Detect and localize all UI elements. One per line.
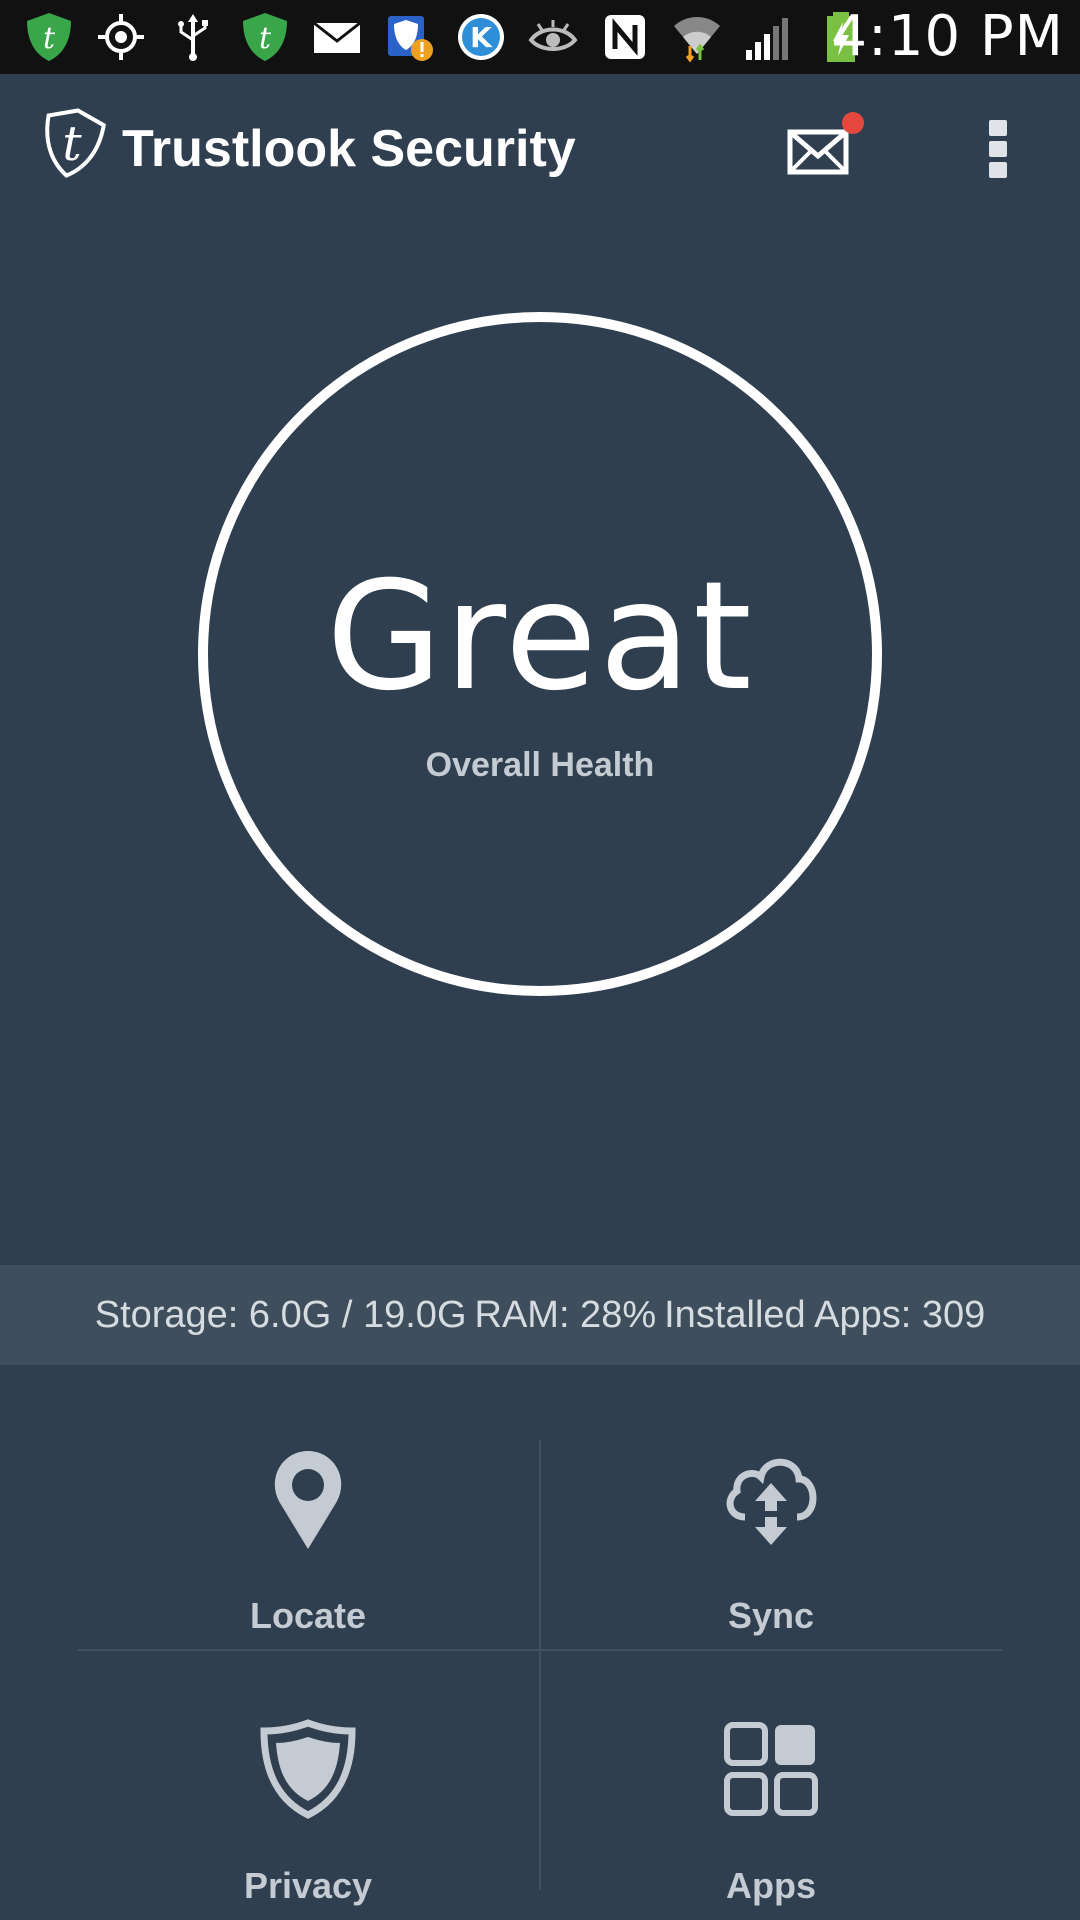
overflow-menu-dot — [989, 141, 1007, 157]
svg-text:t: t — [62, 116, 82, 172]
eye-icon — [524, 8, 582, 66]
ram-info: RAM: 28% — [474, 1294, 657, 1336]
privacy-label: Privacy — [243, 1865, 373, 1906]
privacy-tile[interactable]: Privacy — [78, 1675, 538, 1906]
locate-tile[interactable]: Locate — [78, 1405, 538, 1636]
usb-icon — [164, 8, 222, 66]
installed-apps-info: Installed Apps: 309 — [664, 1294, 986, 1336]
email-icon — [308, 8, 366, 66]
device-info-bar: Storage: 6.0G / 19.0G RAM: 28% Installed A… — [0, 1265, 1080, 1365]
gps-icon — [92, 8, 150, 66]
overflow-menu-button[interactable] — [976, 114, 1020, 184]
locate-label: Locate — [249, 1595, 367, 1636]
app-bar: t Trustlook Security — [0, 74, 1080, 224]
clock: 4:10 PM — [831, 4, 1064, 69]
storage-info: Storage: 6.0G / 19.0G — [94, 1294, 467, 1336]
trustlook-icon: t — [236, 8, 294, 66]
sync-tile[interactable]: Sync — [541, 1405, 1001, 1636]
feature-grid: Locate Sync Privacy Apps — [0, 1365, 1080, 1920]
notification-icons: t t K — [20, 8, 884, 66]
wifi-icon — [668, 8, 726, 66]
health-label: Overall Health — [425, 746, 655, 784]
overall-health-circle[interactable]: Great Overall Health — [198, 312, 882, 996]
signal-icon — [740, 8, 798, 66]
apps-grid-icon — [721, 1715, 821, 1825]
apps-label: Apps — [726, 1865, 816, 1906]
overflow-menu-dot — [989, 162, 1007, 178]
sync-label: Sync — [727, 1595, 815, 1636]
grid-divider-horizontal — [78, 1649, 1002, 1651]
trustlook-logo-icon: t — [38, 104, 110, 184]
svg-text:K: K — [470, 21, 493, 54]
apps-tile[interactable]: Apps — [541, 1675, 1001, 1906]
health-status: Great — [326, 550, 754, 724]
cloud-sync-icon — [721, 1445, 821, 1555]
map-pin-icon — [258, 1445, 358, 1555]
nfc-icon — [596, 8, 654, 66]
trustlook-icon: t — [20, 8, 78, 66]
messages-button[interactable] — [780, 110, 866, 186]
screen: t t K 4:10 PM t Trustlook Security Great… — [0, 0, 1080, 1920]
svg-text:t: t — [259, 21, 272, 56]
shield-alert-icon — [380, 8, 438, 66]
svg-text:t: t — [43, 21, 56, 56]
shield-icon — [258, 1715, 358, 1825]
status-bar: t t K 4:10 PM — [0, 0, 1080, 74]
overflow-menu-icon — [989, 120, 1007, 136]
app-title: Trustlook Security — [122, 120, 576, 178]
notification-badge — [842, 112, 864, 134]
k-app-icon: K — [452, 8, 510, 66]
